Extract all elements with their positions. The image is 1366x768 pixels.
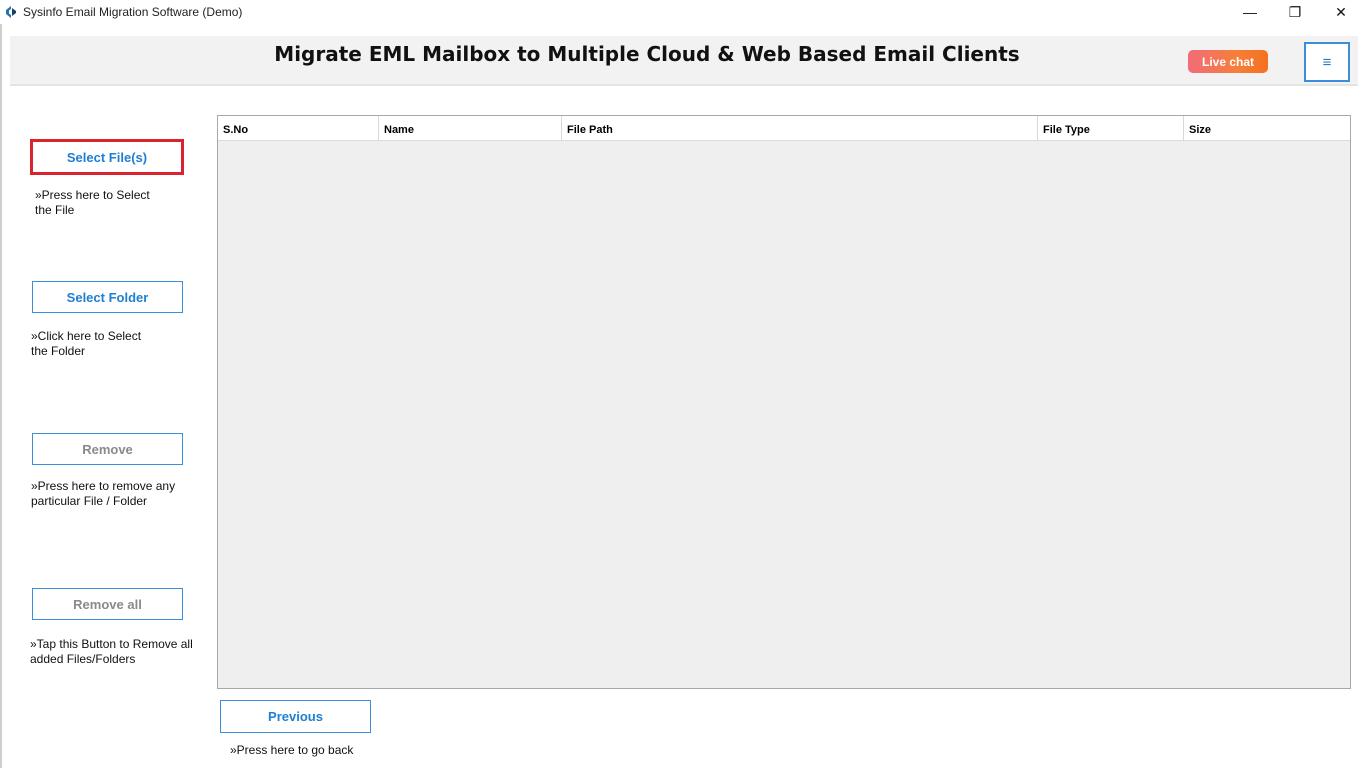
window-title: Sysinfo Email Migration Software (Demo) xyxy=(23,5,243,19)
page-title: Migrate EML Mailbox to Multiple Cloud & … xyxy=(274,42,1020,66)
select-folder-button[interactable]: Select Folder xyxy=(32,281,183,313)
column-header-size[interactable]: Size xyxy=(1184,116,1350,141)
previous-button[interactable]: Previous xyxy=(220,700,371,733)
select-folder-hint: »Click here to Select the Folder xyxy=(31,329,142,358)
remove-all-hint: »Tap this Button to Remove all added Fil… xyxy=(30,637,193,666)
select-files-button[interactable]: Select File(s) xyxy=(30,139,184,175)
close-button[interactable]: ✕ xyxy=(1318,0,1364,24)
window-left-border xyxy=(0,24,2,768)
minimize-button[interactable]: — xyxy=(1227,0,1273,24)
remove-button[interactable]: Remove xyxy=(32,433,183,465)
minimize-icon: — xyxy=(1243,4,1257,20)
close-icon: ✕ xyxy=(1335,3,1347,20)
restore-icon: ❐ xyxy=(1288,3,1302,20)
app-logo-icon xyxy=(6,6,16,18)
live-chat-button[interactable]: Live chat xyxy=(1188,50,1268,73)
header-band: Migrate EML Mailbox to Multiple Cloud & … xyxy=(10,36,1358,86)
title-bar: Sysinfo Email Migration Software (Demo) … xyxy=(0,0,1366,24)
remove-hint: »Press here to remove any particular Fil… xyxy=(31,479,176,508)
column-header-file-type[interactable]: File Type xyxy=(1038,116,1184,141)
previous-hint: »Press here to go back xyxy=(230,743,354,757)
remove-all-button[interactable]: Remove all xyxy=(32,588,183,620)
table-header: S.No Name File Path File Type Size xyxy=(218,116,1350,141)
column-header-sno[interactable]: S.No xyxy=(218,116,379,141)
menu-button[interactable]: ≡ xyxy=(1304,42,1350,82)
hamburger-icon: ≡ xyxy=(1322,53,1332,71)
file-list-table[interactable]: S.No Name File Path File Type Size xyxy=(217,115,1351,689)
maximize-button[interactable]: ❐ xyxy=(1272,0,1318,24)
column-header-file-path[interactable]: File Path xyxy=(562,116,1038,141)
select-files-hint: »Press here to Select the File xyxy=(35,188,150,217)
column-header-name[interactable]: Name xyxy=(379,116,562,141)
